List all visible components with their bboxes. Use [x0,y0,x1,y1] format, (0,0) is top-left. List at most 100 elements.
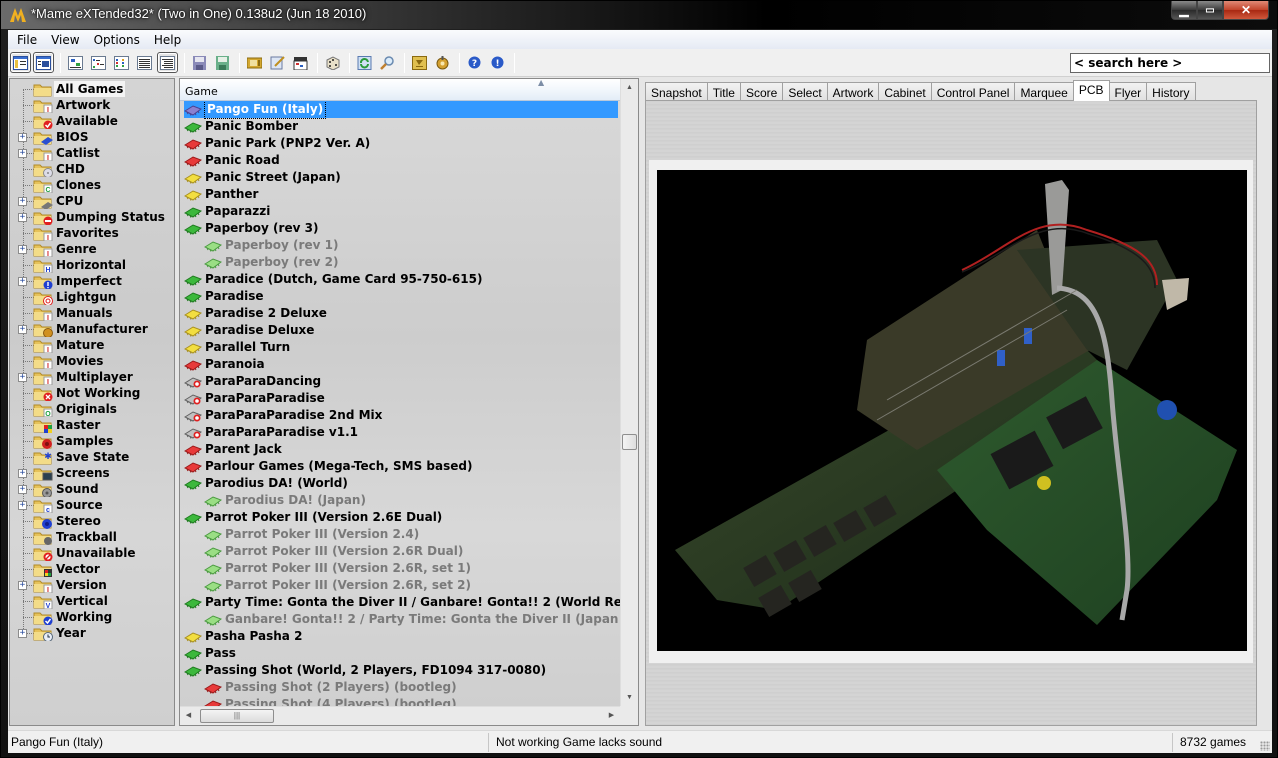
game-row[interactable]: Parrot Poker III (Version 2.6R, set 2) [204,577,471,594]
game-row[interactable]: Parent Jack [184,441,282,458]
expand-plus-icon[interactable]: + [18,213,27,222]
folder-version[interactable]: + I Version [10,577,174,593]
refresh-button[interactable] [354,52,375,73]
folder-chd[interactable]: CHD [10,161,174,177]
game-row[interactable]: Paperboy (rev 1) [204,237,338,254]
save-as-button[interactable] [212,52,233,73]
expand-plus-icon[interactable]: + [18,197,27,206]
play-game-button[interactable] [244,52,265,73]
game-row[interactable]: Panic Road [184,152,280,169]
game-row[interactable]: Parallel Turn [184,339,290,356]
folder-multiplayer[interactable]: + I Multiplayer [10,369,174,385]
title-bar[interactable]: *Mame eXTended32* (Two in One) 0.138u2 (… [1,1,1277,29]
minimize-button[interactable]: ▁ [1171,1,1197,20]
toggle-folder-list-button[interactable] [10,52,31,73]
vertical-scrollbar[interactable]: ▲ ▼ [620,79,638,706]
folder-not-working[interactable]: Not Working [10,385,174,401]
folder-genre[interactable]: + I Genre [10,241,174,257]
menu-options[interactable]: Options [87,33,147,47]
game-row[interactable]: Passing Shot (2 Players) (bootleg) [204,679,457,696]
game-row[interactable]: Paparazzi [184,203,270,220]
list-view-button[interactable] [111,52,132,73]
search-input[interactable] [1070,53,1270,73]
scroll-down-arrow-icon[interactable]: ▼ [621,689,638,706]
folder-raster[interactable]: Raster [10,417,174,433]
game-row[interactable]: Pass [184,645,236,662]
tab-marquee[interactable]: Marquee [1014,82,1074,101]
folder-unavailable[interactable]: Unavailable [10,545,174,561]
expand-plus-icon[interactable]: + [18,277,27,286]
folder-mature[interactable]: I Mature [10,337,174,353]
folder-favorites[interactable]: I Favorites [10,225,174,241]
folder-catlist[interactable]: + I Catlist [10,145,174,161]
folder-originals[interactable]: O Originals [10,401,174,417]
help-button[interactable]: ? [464,52,485,73]
vertical-scroll-thumb[interactable] [622,434,637,450]
game-row[interactable]: Parrot Poker III (Version 2.6E Dual) [184,509,442,526]
audit-button[interactable] [377,52,398,73]
game-row[interactable]: Parlour Games (Mega-Tech, SMS based) [184,458,472,475]
expand-plus-icon[interactable]: + [18,133,27,142]
game-row[interactable]: Passing Shot (4 Players) (bootleg) [204,696,457,706]
horizontal-scroll-thumb[interactable]: ||| [200,709,274,723]
game-row[interactable]: Parrot Poker III (Version 2.4) [204,526,419,543]
folder-stereo[interactable]: Stereo [10,513,174,529]
game-row[interactable]: Pango Fun (Italy) [184,101,618,119]
game-row[interactable]: Panic Park (PNP2 Ver. A) [184,135,370,152]
resize-grip-icon[interactable] [1260,741,1270,751]
game-row[interactable]: ParaParaDancing [184,373,321,390]
folder-screens[interactable]: + Screens [10,465,174,481]
game-row[interactable]: Pasha Pasha 2 [184,628,302,645]
folder-artwork[interactable]: I Artwork [10,97,174,113]
game-row[interactable]: ParaParaParadise v1.1 [184,424,358,441]
game-row[interactable]: Paradise [184,288,264,305]
scroll-right-arrow-icon[interactable]: ▶ [603,707,620,725]
game-row[interactable]: Parodius DA! (World) [184,475,348,492]
game-row[interactable]: Panic Street (Japan) [184,169,341,186]
folder-imperfect[interactable]: + Imperfect [10,273,174,289]
game-row[interactable]: Panic Bomber [184,118,298,135]
game-row[interactable]: Parodius DA! (Japan) [204,492,366,509]
small-icons-button[interactable] [88,52,109,73]
expand-plus-icon[interactable]: + [18,373,27,382]
tab-history[interactable]: History [1146,82,1196,101]
folder-cpu[interactable]: + CPU [10,193,174,209]
game-row[interactable]: Panther [184,186,258,203]
toggle-picture-area-button[interactable] [33,52,54,73]
tab-select[interactable]: Select [782,82,828,101]
about-button[interactable]: ! [487,52,508,73]
tab-snapshot[interactable]: Snapshot [645,82,708,101]
expand-plus-icon[interactable]: + [18,581,27,590]
save-button[interactable] [189,52,210,73]
folder-lightgun[interactable]: Lightgun [10,289,174,305]
folder-tree[interactable]: All Games I Artwork Available + BIOS + I Catlist… [9,78,175,726]
edit-button[interactable] [267,52,288,73]
grouped-view-button[interactable] [157,52,178,73]
horizontal-scrollbar[interactable]: ◀ ||| ▶ [180,706,620,725]
expand-plus-icon[interactable]: + [18,149,27,158]
tab-title[interactable]: Title [706,82,741,101]
folder-manuals[interactable]: I Manuals [10,305,174,321]
game-row[interactable]: Ganbare! Gonta!! 2 / Party Time: Gonta t… [204,611,620,628]
folder-vertical[interactable]: V Vertical [10,593,174,609]
large-icons-button[interactable] [65,52,86,73]
settings-button[interactable] [432,52,453,73]
default-options-button[interactable] [409,52,430,73]
tab-control-panel[interactable]: Control Panel [930,82,1016,101]
folder-trackball[interactable]: Trackball [10,529,174,545]
tab-cabinet[interactable]: Cabinet [878,82,932,101]
expand-plus-icon[interactable]: + [18,629,27,638]
folder-bios[interactable]: + BIOS [10,129,174,145]
folder-working[interactable]: Working [10,609,174,625]
game-row[interactable]: Paperboy (rev 2) [204,254,338,271]
folder-sound[interactable]: + Sound [10,481,174,497]
game-row[interactable]: Parrot Poker III (Version 2.6R, set 1) [204,560,471,577]
menu-view[interactable]: View [44,33,86,47]
game-row[interactable]: Passing Shot (World, 2 Players, FD1094 3… [184,662,546,679]
folder-year[interactable]: + Year [10,625,174,641]
expand-plus-icon[interactable]: + [18,469,27,478]
scroll-up-arrow-icon[interactable]: ▲ [621,79,638,96]
folder-vector[interactable]: Vector [10,561,174,577]
scroll-left-arrow-icon[interactable]: ◀ [180,707,197,725]
game-row[interactable]: ParaParaParadise 2nd Mix [184,407,382,424]
